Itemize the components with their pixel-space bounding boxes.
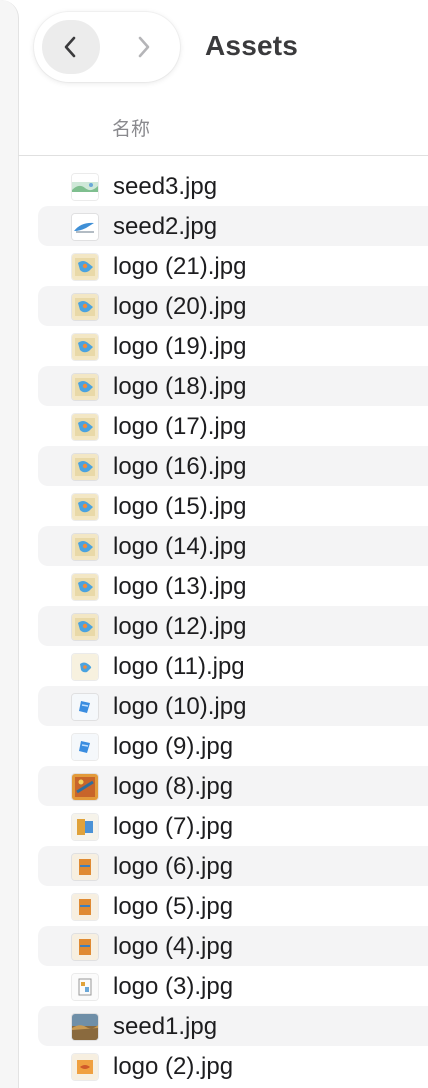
file-row[interactable]: logo (7).jpg [38,806,428,846]
image-thumbnail-icon [72,174,98,200]
chevron-left-icon [64,36,76,58]
image-thumbnail-icon [72,254,98,280]
file-row[interactable]: logo (16).jpg [38,446,428,486]
file-row[interactable]: logo (18).jpg [38,366,428,406]
sidebar-edge [0,0,19,1088]
window-title: Assets [205,30,299,61]
file-row[interactable]: logo (8).jpg [38,766,428,806]
file-row[interactable]: logo (4).jpg [38,926,428,966]
file-row[interactable]: logo (10).jpg [38,686,428,726]
file-name: logo (12).jpg [113,613,247,640]
file-name: logo (21).jpg [113,253,247,280]
file-row[interactable]: seed2.jpg [38,206,428,246]
image-thumbnail-icon [72,694,98,720]
file-row[interactable]: logo (9).jpg [38,726,428,766]
finder-window: Assets 名称 seed3.jpg seed2.jpg logo (21).jp… [0,0,428,1088]
file-name: logo (3).jpg [113,973,234,1000]
image-thumbnail-icon [72,974,98,1000]
file-name: logo (18).jpg [113,373,247,400]
file-name: logo (16).jpg [113,453,247,480]
image-thumbnail-icon [72,654,98,680]
file-row[interactable]: logo (3).jpg [38,966,428,1006]
image-thumbnail-icon [72,534,98,560]
file-name: logo (6).jpg [113,853,234,880]
file-name: logo (5).jpg [113,893,234,920]
file-row[interactable]: seed3.jpg [38,166,428,206]
file-name: logo (17).jpg [113,413,247,440]
file-row[interactable]: logo (19).jpg [38,326,428,366]
forward-button[interactable] [114,20,172,74]
file-name: logo (13).jpg [113,573,247,600]
file-row[interactable]: logo (2).jpg [38,1046,428,1086]
file-list: seed3.jpg seed2.jpg logo (21).jpg logo (20)… [38,166,428,1086]
file-row[interactable]: logo (21).jpg [38,246,428,286]
image-thumbnail-icon [72,454,98,480]
file-row[interactable]: logo (14).jpg [38,526,428,566]
file-row[interactable]: logo (11).jpg [38,646,428,686]
image-thumbnail-icon [72,854,98,880]
image-thumbnail-icon [72,814,98,840]
image-thumbnail-icon [72,494,98,520]
name-column-header[interactable]: 名称 [112,114,150,141]
file-row[interactable]: logo (15).jpg [38,486,428,526]
file-name: logo (19).jpg [113,333,247,360]
file-name: logo (11).jpg [113,653,245,680]
file-row[interactable]: logo (5).jpg [38,886,428,926]
file-row[interactable]: logo (6).jpg [38,846,428,886]
file-name: logo (8).jpg [113,773,234,800]
image-thumbnail-icon [72,334,98,360]
image-thumbnail-icon [72,294,98,320]
file-name: logo (4).jpg [113,933,234,960]
chevron-right-icon [138,36,150,58]
file-name: logo (20).jpg [113,293,247,320]
image-thumbnail-icon [72,1014,98,1040]
file-name: seed2.jpg [113,213,218,240]
image-thumbnail-icon [72,934,98,960]
file-name: logo (15).jpg [113,493,247,520]
file-row[interactable]: seed1.jpg [38,1006,428,1046]
file-row[interactable]: logo (12).jpg [38,606,428,646]
file-name: logo (2).jpg [113,1053,234,1080]
image-thumbnail-icon [72,414,98,440]
file-name: seed3.jpg [113,173,218,200]
file-row[interactable]: logo (17).jpg [38,406,428,446]
image-thumbnail-icon [72,1054,98,1080]
image-thumbnail-icon [72,574,98,600]
file-name: logo (9).jpg [113,733,234,760]
image-thumbnail-icon [72,214,98,240]
header-divider [18,155,428,156]
file-name: seed1.jpg [113,1013,218,1040]
image-thumbnail-icon [72,894,98,920]
file-name: logo (7).jpg [113,813,234,840]
image-thumbnail-icon [72,734,98,760]
file-name: logo (14).jpg [113,533,247,560]
image-thumbnail-icon [72,774,98,800]
back-button[interactable] [42,20,100,74]
navigation-controls [34,12,180,82]
file-name: logo (10).jpg [113,693,247,720]
file-row[interactable]: logo (13).jpg [38,566,428,606]
image-thumbnail-icon [72,614,98,640]
file-row[interactable]: logo (20).jpg [38,286,428,326]
image-thumbnail-icon [72,374,98,400]
